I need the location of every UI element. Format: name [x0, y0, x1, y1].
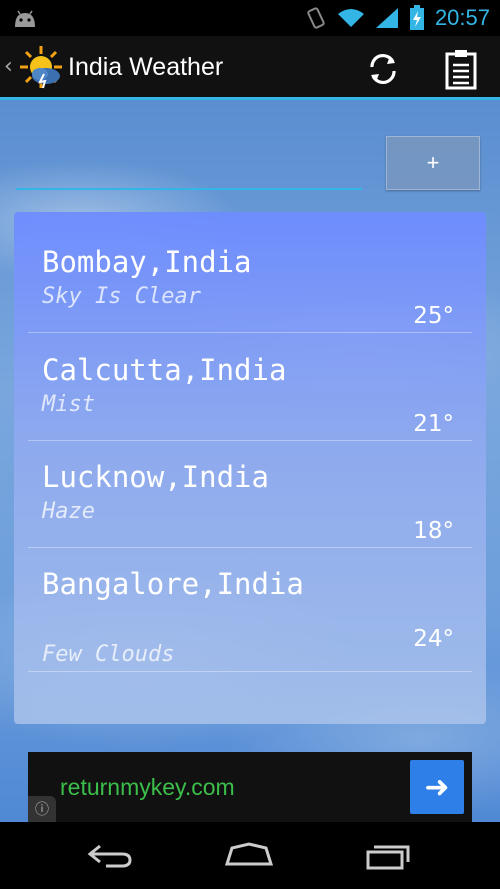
city-name: Lucknow,India: [42, 460, 269, 494]
weather-description: Haze: [42, 499, 95, 524]
back-icon[interactable]: [86, 840, 136, 870]
home-icon[interactable]: [224, 840, 274, 870]
android-icon: [15, 10, 35, 27]
clipboard-icon[interactable]: [444, 48, 478, 90]
weather-description: Sky Is Clear: [42, 284, 201, 309]
battery-charging-icon: [409, 5, 424, 30]
vibrate-icon: [307, 7, 325, 29]
city-search-input[interactable]: [16, 140, 362, 190]
ad-banner[interactable]: returnmykey.com ➜ ⓘ: [28, 752, 472, 822]
app-title: India Weather: [68, 53, 224, 81]
weather-description: Mist: [42, 392, 95, 417]
navigation-bar: [0, 822, 500, 889]
action-bar: ‹ India Weather: [0, 36, 500, 100]
city-row-lucknow[interactable]: Lucknow,India Haze 18°: [28, 441, 472, 548]
city-name: Bangalore,India: [42, 567, 304, 601]
signal-icon: [375, 8, 398, 28]
up-chevron-icon[interactable]: ‹: [4, 54, 13, 79]
recent-apps-icon[interactable]: [364, 840, 414, 870]
city-row-calcutta[interactable]: Calcutta,India Mist 21°: [28, 333, 472, 441]
info-icon[interactable]: ⓘ: [28, 796, 56, 822]
app-logo-sun-cloud-icon[interactable]: [18, 44, 64, 90]
city-name: Calcutta,India: [42, 353, 287, 387]
city-row-bombay[interactable]: Bombay,India Sky Is Clear 25°: [28, 226, 472, 333]
add-city-button[interactable]: +: [386, 136, 480, 190]
refresh-icon[interactable]: [364, 50, 402, 88]
ad-text[interactable]: returnmykey.com: [60, 774, 235, 801]
status-bar: 20:57: [0, 0, 500, 36]
city-name: Bombay,India: [42, 245, 252, 279]
arrow-right-icon[interactable]: ➜: [410, 760, 464, 814]
weather-description: Few Clouds: [42, 642, 175, 667]
clock: 20:57: [434, 5, 490, 30]
main-content: + Bombay,India Sky Is Clear 25° Calcutta…: [0, 100, 500, 822]
temperature: 18°: [413, 518, 454, 544]
temperature: 24°: [413, 626, 454, 652]
city-list-card: Bombay,India Sky Is Clear 25° Calcutta,I…: [14, 212, 486, 724]
city-row-bangalore[interactable]: Bangalore,India Few Clouds 24°: [28, 548, 472, 672]
wifi-icon: [337, 9, 364, 27]
temperature: 25°: [413, 303, 454, 329]
temperature: 21°: [413, 411, 454, 437]
